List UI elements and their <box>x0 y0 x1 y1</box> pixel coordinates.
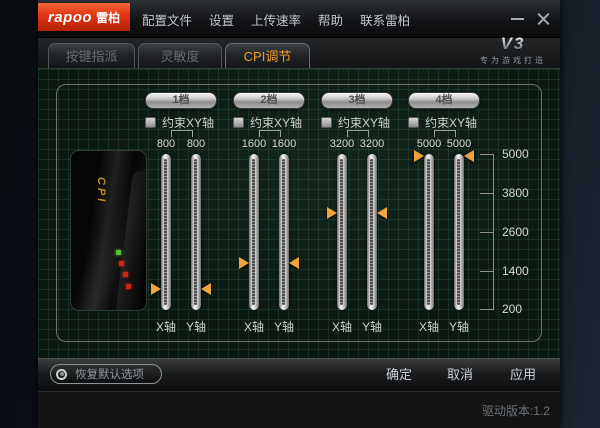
constrain-xy-checkbox[interactable] <box>321 117 332 128</box>
scale-tick <box>480 232 493 233</box>
cpi-gear-panel-4: 4档 约束XY轴 5000 5000 X轴 Y轴 <box>401 89 487 339</box>
menu-bar: 配置文件 设置 上传速率 帮助 联系雷柏 <box>142 0 410 38</box>
app-window: rapoo 雷柏 配置文件 设置 上传速率 帮助 联系雷柏 按键指派 灵敏度 C… <box>38 0 560 428</box>
cancel-button[interactable]: 取消 <box>447 359 473 391</box>
cpi-panel: CPI 1档 约束XY轴 800 800 X轴 Y轴 2档 约束XY轴 1600… <box>38 68 560 358</box>
scale-tick <box>480 309 493 310</box>
cpi-led-green <box>116 250 121 255</box>
constrain-xy-label: 约束XY轴 <box>250 116 303 130</box>
constrain-row: 约束XY轴 <box>233 114 302 131</box>
gear-1-button[interactable]: 1档 <box>145 92 217 109</box>
scale-axis-line <box>493 154 494 310</box>
menu-settings[interactable]: 设置 <box>209 10 234 29</box>
x-slider-track[interactable] <box>161 154 171 310</box>
mouse-side-photo: CPI <box>70 150 147 311</box>
scale-label-5000: 5000 <box>502 147 529 161</box>
y-axis-label: Y轴 <box>273 320 294 334</box>
brand-name-cn: 雷柏 <box>96 10 121 25</box>
tab-button-assign[interactable]: 按键指派 <box>48 43 135 68</box>
cpi-gear-panel-2: 2档 约束XY轴 1600 1600 X轴 Y轴 <box>226 89 312 339</box>
y-axis-label: Y轴 <box>448 320 469 334</box>
x-slider-handle[interactable] <box>327 206 337 219</box>
rapoo-logo: rapoo 雷柏 <box>38 3 130 31</box>
constrain-xy-label: 约束XY轴 <box>425 116 478 130</box>
scale-tick <box>480 193 493 194</box>
scale-tick <box>480 271 493 272</box>
constrain-row: 约束XY轴 <box>145 114 214 131</box>
y-slider-track[interactable] <box>191 154 201 310</box>
title-bar: rapoo 雷柏 配置文件 设置 上传速率 帮助 联系雷柏 <box>38 0 560 38</box>
y-slider-track[interactable] <box>454 154 464 310</box>
scale-label-1400: 1400 <box>502 264 529 278</box>
status-bar: 驱动版本:1.2 <box>38 391 560 428</box>
tab-cpi-adjust[interactable]: CPI调节 <box>225 43 310 68</box>
cpi-gear-panel-3: 3档 约束XY轴 3200 3200 X轴 Y轴 <box>314 89 400 339</box>
y-value: 800 <box>186 138 206 150</box>
x-slider-track[interactable] <box>249 154 259 310</box>
v3-model-badge: V3 专为游戏打造 <box>480 35 546 66</box>
cpi-led-red-2 <box>123 272 128 277</box>
constrain-xy-checkbox[interactable] <box>408 117 419 128</box>
v3-slogan: 专为游戏打造 <box>480 56 546 65</box>
y-axis-label: Y轴 <box>361 320 382 334</box>
desktop-background: rapoo 雷柏 配置文件 设置 上传速率 帮助 联系雷柏 按键指派 灵敏度 C… <box>0 0 600 428</box>
xy-link-bracket <box>259 130 281 137</box>
scale-label-200: 200 <box>502 302 523 316</box>
constrain-row: 约束XY轴 <box>321 114 390 131</box>
y-axis-label: Y轴 <box>185 320 206 334</box>
brand-name: rapoo <box>47 8 93 26</box>
tab-sensitivity[interactable]: 灵敏度 <box>138 43 222 68</box>
window-controls <box>511 0 550 38</box>
driver-version-text: 驱动版本:1.2 <box>481 404 550 418</box>
y-value: 3200 <box>359 138 385 150</box>
menu-help[interactable]: 帮助 <box>318 10 343 29</box>
scale-label-3800: 3800 <box>502 186 529 200</box>
scale-tick <box>480 154 493 155</box>
cpi-gear-panel-1: 1档 约束XY轴 800 800 X轴 Y轴 <box>138 89 224 339</box>
footer-button-bar: 恢复默认选项 确定 取消 应用 <box>38 358 560 391</box>
tab-bar: 按键指派 灵敏度 CPI调节 V3 专为游戏打造 <box>38 35 560 68</box>
xy-link-bracket <box>347 130 369 137</box>
x-slider-handle[interactable] <box>151 282 161 295</box>
x-slider-handle[interactable] <box>239 257 249 270</box>
cpi-led-red-1 <box>119 261 124 266</box>
v3-logo: V3 <box>480 35 546 53</box>
y-slider-track[interactable] <box>279 154 289 310</box>
minimize-icon[interactable] <box>511 18 524 20</box>
menu-profile[interactable]: 配置文件 <box>142 10 192 29</box>
gear-2-button[interactable]: 2档 <box>233 92 305 109</box>
restore-defaults-button[interactable]: 恢复默认选项 <box>50 364 162 384</box>
y-slider-handle[interactable] <box>464 149 474 162</box>
restore-target-icon <box>56 368 67 380</box>
y-slider-track[interactable] <box>367 154 377 310</box>
scale-label-2600: 2600 <box>502 225 529 239</box>
constrain-xy-label: 约束XY轴 <box>338 116 391 130</box>
x-slider-track[interactable] <box>424 154 434 310</box>
mouse-cpi-label: CPI <box>95 177 107 205</box>
cpi-scale-ruler: 5000 3800 2600 1400 200 <box>478 147 550 316</box>
constrain-row: 约束XY轴 <box>408 114 477 131</box>
ok-button[interactable]: 确定 <box>386 359 412 391</box>
y-slider-handle[interactable] <box>201 282 211 295</box>
constrain-xy-checkbox[interactable] <box>233 117 244 128</box>
xy-link-bracket <box>171 130 193 137</box>
y-value: 1600 <box>271 138 297 150</box>
gear-3-button[interactable]: 3档 <box>321 92 393 109</box>
y-slider-handle[interactable] <box>289 257 299 270</box>
constrain-xy-checkbox[interactable] <box>145 117 156 128</box>
apply-button[interactable]: 应用 <box>510 359 536 391</box>
close-icon[interactable] <box>537 13 550 26</box>
x-slider-handle[interactable] <box>414 149 424 162</box>
x-slider-track[interactable] <box>337 154 347 310</box>
constrain-xy-label: 约束XY轴 <box>162 116 215 130</box>
xy-link-bracket <box>434 130 456 137</box>
cpi-led-red-3 <box>126 284 131 289</box>
y-value: 5000 <box>446 138 472 150</box>
restore-defaults-label: 恢复默认选项 <box>75 369 144 381</box>
menu-contact[interactable]: 联系雷柏 <box>360 10 410 29</box>
y-slider-handle[interactable] <box>377 206 387 219</box>
menu-report-rate[interactable]: 上传速率 <box>251 10 301 29</box>
gear-4-button[interactable]: 4档 <box>408 92 480 109</box>
